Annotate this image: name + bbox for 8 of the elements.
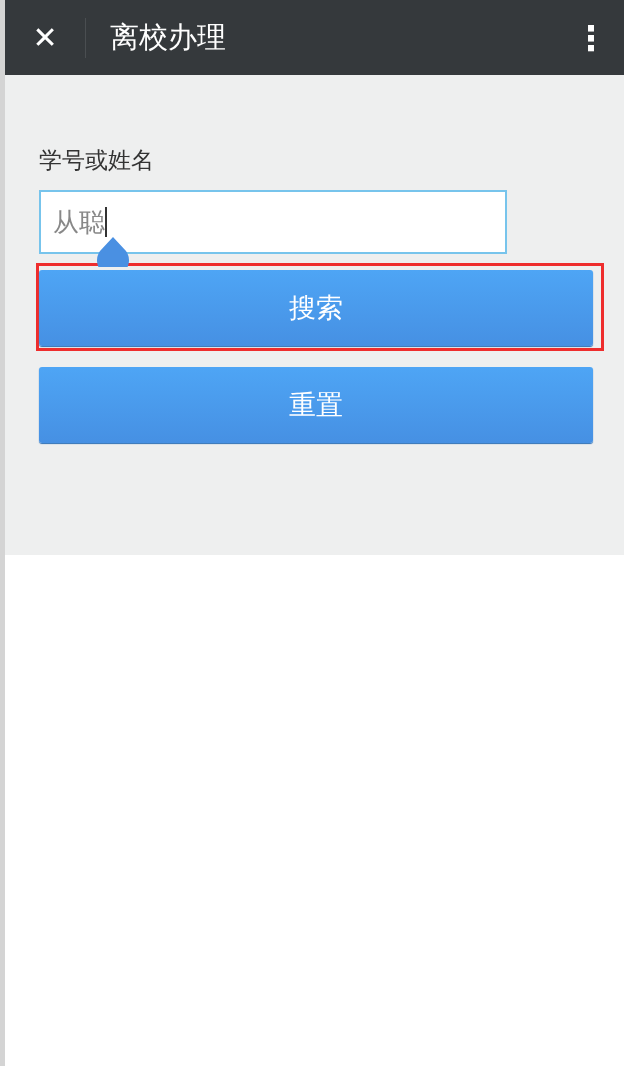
menu-button[interactable]: ⋮ <box>558 17 624 58</box>
text-cursor-handle-icon[interactable] <box>94 237 132 267</box>
field-label: 学号或姓名 <box>39 146 155 175</box>
search-field[interactable]: 从聪 <box>39 190 507 254</box>
action-button[interactable]: 搜索 <box>39 270 593 346</box>
action-button[interactable]: 重置 <box>39 367 593 443</box>
page-title: 离校办理 <box>110 18 227 56</box>
close-button[interactable]: ✕ <box>5 20 85 55</box>
